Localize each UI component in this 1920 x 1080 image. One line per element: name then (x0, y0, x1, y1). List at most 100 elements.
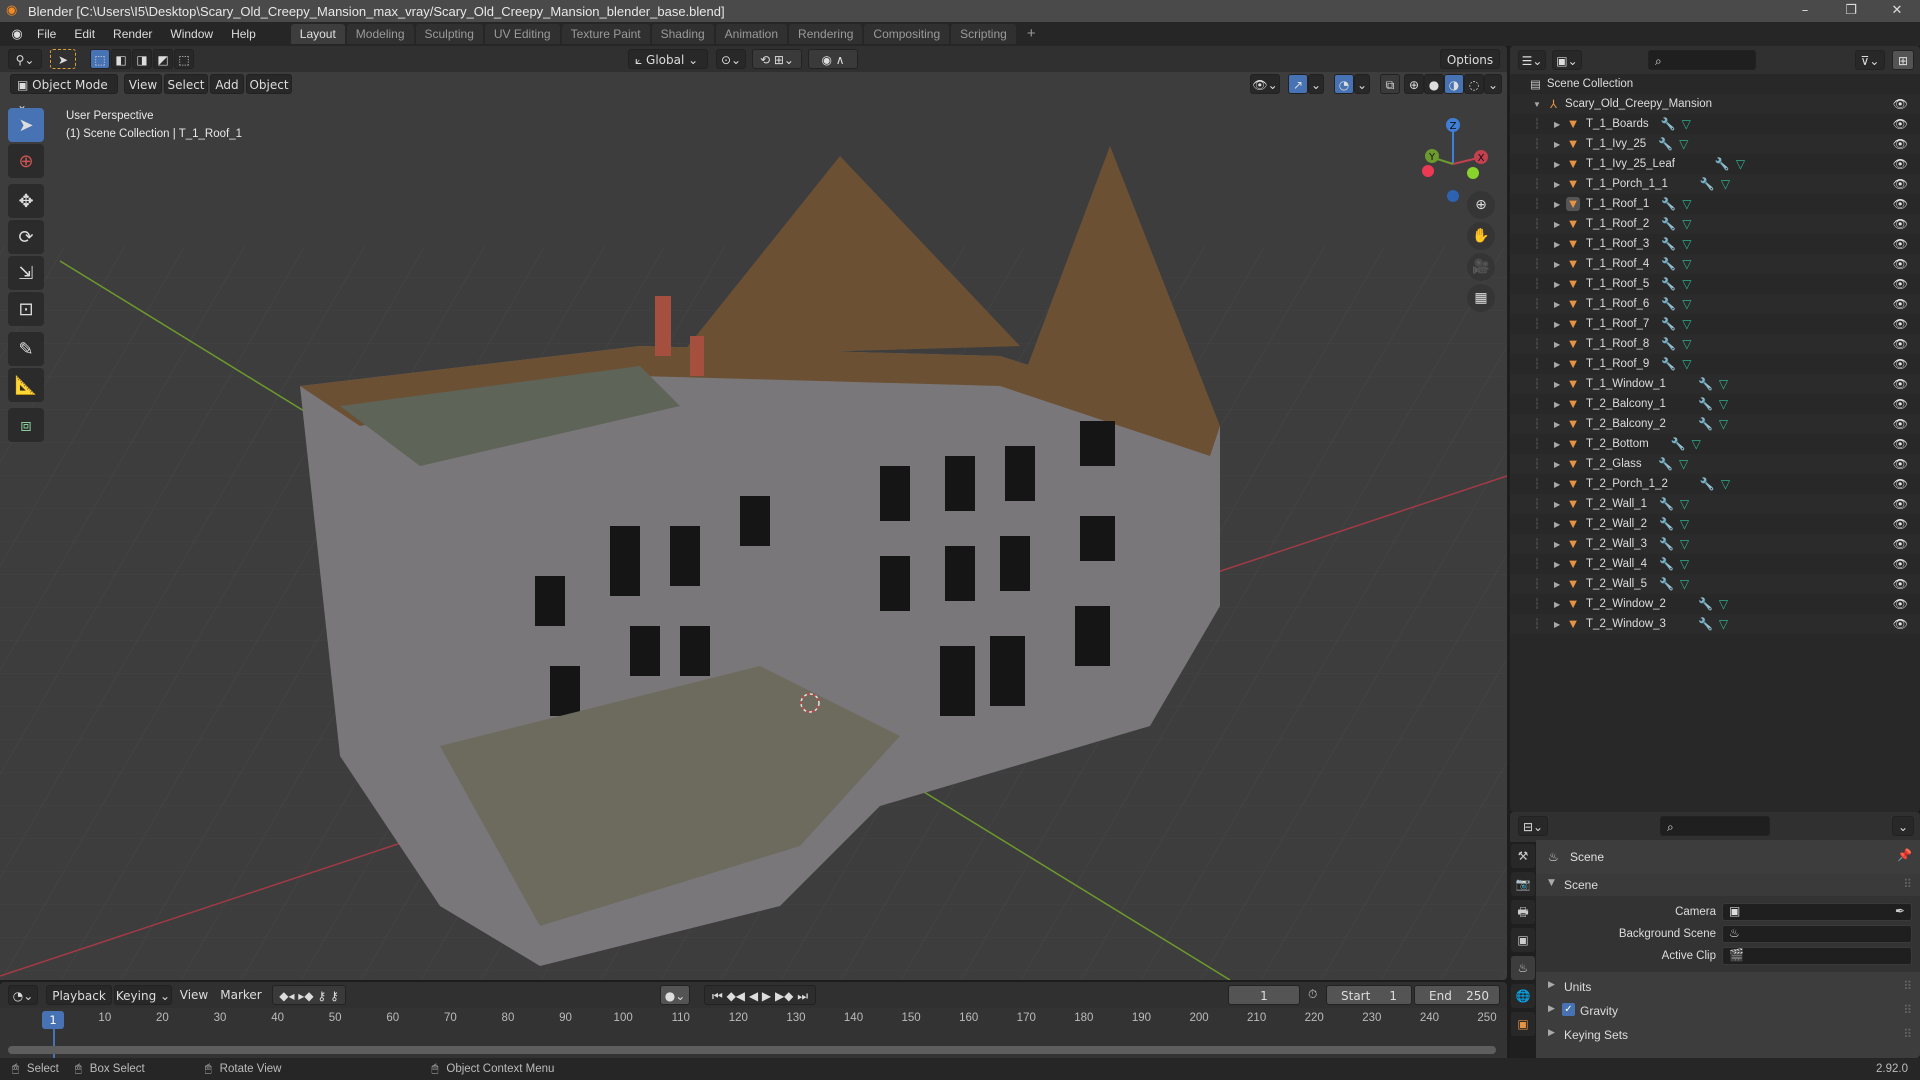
measure-tool-icon[interactable]: 📐 (8, 368, 44, 402)
tab-modeling[interactable]: Modeling (346, 24, 414, 44)
outliner-object-row[interactable]: ┆ ▶ ▼ T_1_Roof_1 🔧 ▽ 👁 (1510, 194, 1920, 214)
visibility-eye-icon[interactable]: 👁 (1893, 537, 1908, 551)
outliner-object-row[interactable]: ┆ ▶ ▼ T_2_Window_2 🔧 ▽ 👁 (1510, 594, 1920, 614)
menu-window[interactable]: Window (161, 22, 222, 46)
tab-sculpting[interactable]: Sculpting (415, 24, 483, 44)
snap-toggle[interactable]: ⟲ ⊞⌄ (752, 49, 802, 69)
expand-triangle-icon[interactable]: ▶ (1552, 220, 1562, 229)
scene-collection-row[interactable]: ▤ Scene Collection (1510, 74, 1920, 94)
object-name[interactable]: T_1_Roof_3 (1586, 238, 1649, 250)
modifier-wrench-icon[interactable]: 🔧 (1661, 237, 1676, 251)
outliner-object-row[interactable]: ┆ ▶ ▼ T_1_Ivy_25_Leaf 🔧 ▽ 👁 (1510, 154, 1920, 174)
outliner-object-row[interactable]: ┆ ▶ ▼ T_1_Roof_6 🔧 ▽ 👁 (1510, 294, 1920, 314)
expand-triangle-icon[interactable]: ▶ (1552, 540, 1562, 549)
visibility-eye-icon[interactable]: 👁 (1893, 197, 1908, 211)
scale-tool-icon[interactable]: ⇲ (8, 256, 44, 290)
proportional-editing-toggle[interactable]: ◉ ∧ (808, 49, 858, 69)
tab-rendering[interactable]: Rendering (789, 24, 863, 44)
menu-add[interactable]: Add (210, 74, 244, 94)
object-name[interactable]: T_1_Roof_1 (1586, 198, 1649, 210)
output-tab-icon[interactable]: 🖶 (1511, 900, 1535, 924)
visibility-eye-icon[interactable]: 👁 (1893, 617, 1908, 631)
modifier-wrench-icon[interactable]: 🔧 (1659, 497, 1674, 511)
mesh-data-icon[interactable]: ▽ (1680, 517, 1689, 531)
transform-tool-icon[interactable]: ⊡ (8, 292, 44, 326)
visibility-eye-icon[interactable]: 👁 (1893, 317, 1908, 331)
modifier-wrench-icon[interactable]: 🔧 (1661, 257, 1676, 271)
visibility-eye-icon[interactable]: 👁 (1893, 97, 1908, 111)
playback-menu[interactable]: Playback ⌄ (46, 985, 112, 1023)
camera-field[interactable]: ▣ ✒ (1722, 903, 1912, 921)
marker-menu[interactable]: Marker (216, 985, 266, 1005)
3d-viewport[interactable]: ⚲⌄ ➤ ⬚ ◧ ◨ ◩ ⬚ ⟀ Global ⌄ ⊙⌄ ⟲ ⊞⌄ ◉ ∧ Op… (0, 46, 1507, 980)
modifier-wrench-icon[interactable]: 🔧 (1661, 297, 1676, 311)
expand-triangle-icon[interactable]: ▶ (1552, 620, 1562, 629)
drag-handle-icon[interactable]: ⠿ (1903, 979, 1912, 993)
object-name[interactable]: T_2_Wall_2 (1586, 518, 1647, 530)
mesh-data-icon[interactable]: ▽ (1682, 117, 1691, 131)
visibility-eye-icon[interactable]: 👁 (1893, 597, 1908, 611)
outliner-object-row[interactable]: ┆ ▶ ▼ T_2_Glass 🔧 ▽ 👁 (1510, 454, 1920, 474)
object-name[interactable]: T_1_Porch_1_1 (1586, 178, 1668, 190)
overlay-toggle[interactable]: ◔ (1334, 74, 1354, 94)
shading-solid-icon[interactable]: ● (1424, 74, 1444, 94)
select-mode-intersect-icon[interactable]: ⬚ (174, 49, 194, 69)
properties-options-dropdown[interactable]: ⌄ (1892, 816, 1914, 836)
select-mode-invert-icon[interactable]: ◩ (153, 49, 173, 69)
expand-triangle-icon[interactable]: ▶ (1552, 180, 1562, 189)
close-button[interactable]: ✕ (1874, 0, 1920, 22)
modifier-wrench-icon[interactable]: 🔧 (1698, 377, 1713, 391)
expand-triangle-icon[interactable]: ▶ (1552, 240, 1562, 249)
expand-triangle-icon[interactable]: ▶ (1552, 300, 1562, 309)
visibility-eye-icon[interactable]: 👁 (1893, 277, 1908, 291)
cursor-tool-icon[interactable]: ⊕ (8, 144, 44, 178)
visibility-dropdown[interactable]: 👁⌄ (1250, 74, 1280, 94)
mesh-data-icon[interactable]: ▽ (1719, 417, 1728, 431)
expand-triangle-icon[interactable]: ▶ (1552, 520, 1562, 529)
active-clip-field[interactable]: 🎬 (1722, 947, 1912, 965)
mode-dropdown[interactable]: ▣ Object Mode ⌄ (10, 74, 118, 112)
tab-texture-paint[interactable]: Texture Paint (561, 24, 650, 44)
eyedropper-icon[interactable]: ✒ (1895, 904, 1905, 918)
object-tab-icon[interactable]: ▣ (1511, 1012, 1535, 1036)
outliner-object-row[interactable]: ┆ ▶ ▼ T_1_Roof_2 🔧 ▽ 👁 (1510, 214, 1920, 234)
mesh-data-icon[interactable]: ▽ (1680, 497, 1689, 511)
drag-handle-icon[interactable]: ⠿ (1903, 877, 1912, 891)
visibility-eye-icon[interactable]: 👁 (1893, 257, 1908, 271)
expand-triangle-icon[interactable]: ▶ (1552, 120, 1562, 129)
camera-view-icon[interactable]: 🎥 (1467, 253, 1495, 281)
keying-menu[interactable]: Keying ⌄ (114, 985, 172, 1005)
move-tool-icon[interactable]: ✥ (8, 184, 44, 218)
modifier-wrench-icon[interactable]: 🔧 (1661, 197, 1676, 211)
current-frame-field[interactable]: 1 (1228, 985, 1300, 1005)
mesh-data-icon[interactable]: ▽ (1680, 557, 1689, 571)
properties-search-input[interactable]: ⌕ (1660, 816, 1770, 836)
select-tool-icon[interactable]: ➤ (50, 49, 76, 69)
menu-render[interactable]: Render (104, 22, 161, 46)
outliner-object-row[interactable]: ┆ ▶ ▼ T_2_Balcony_1 🔧 ▽ 👁 (1510, 394, 1920, 414)
scene-panel-header[interactable]: ▼ Scene ⠿ (1536, 874, 1920, 896)
expand-triangle-icon[interactable]: ▶ (1552, 400, 1562, 409)
expand-triangle-icon[interactable]: ▶ (1552, 160, 1562, 169)
expand-triangle-icon[interactable]: ▶ (1552, 480, 1562, 489)
modifier-wrench-icon[interactable]: 🔧 (1659, 537, 1674, 551)
outliner-object-row[interactable]: ┆ ▶ ▼ T_1_Roof_5 🔧 ▽ 👁 (1510, 274, 1920, 294)
mesh-data-icon[interactable]: ▽ (1679, 137, 1688, 151)
menu-edit[interactable]: Edit (65, 22, 104, 46)
outliner-object-row[interactable]: ┆ ▶ ▼ T_2_Wall_4 🔧 ▽ 👁 (1510, 554, 1920, 574)
shading-dropdown[interactable]: ⌄ (1484, 74, 1502, 94)
object-name[interactable]: T_1_Ivy_25_Leaf (1586, 158, 1675, 170)
mesh-data-icon[interactable]: ▽ (1719, 397, 1728, 411)
tab-layout[interactable]: Layout (290, 24, 345, 44)
expand-triangle-icon[interactable]: ▶ (1552, 460, 1562, 469)
annotate-tool-icon[interactable]: ✎ (8, 332, 44, 366)
expand-triangle-icon[interactable]: ▶ (1552, 140, 1562, 149)
tab-animation[interactable]: Animation (715, 24, 788, 44)
visibility-eye-icon[interactable]: 👁 (1893, 357, 1908, 371)
add-cube-tool-icon[interactable]: ⧈ (8, 408, 44, 442)
object-name[interactable]: T_1_Roof_2 (1586, 218, 1649, 230)
mesh-data-icon[interactable]: ▽ (1682, 357, 1691, 371)
auto-keying-toggle[interactable]: ●⌄ (660, 985, 690, 1005)
display-mode-dropdown[interactable]: ☰⌄ (1518, 50, 1546, 70)
object-name[interactable]: T_2_Porch_1_2 (1586, 478, 1668, 490)
